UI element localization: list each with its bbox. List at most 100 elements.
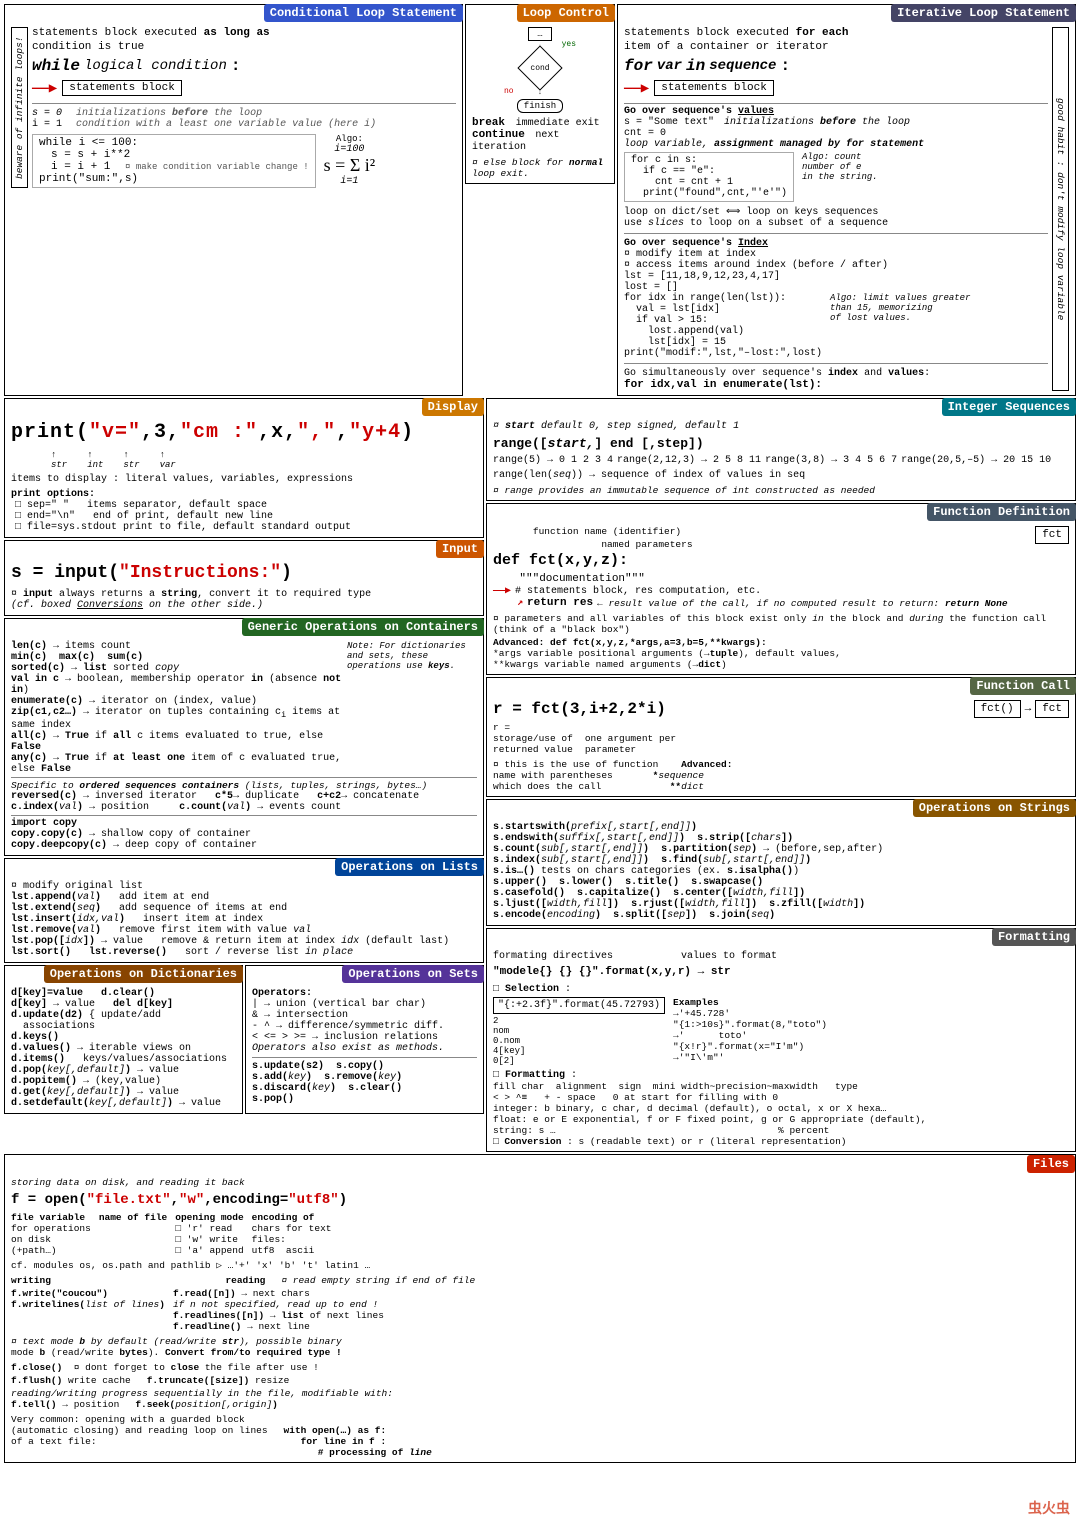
i-init: i = 1 condition with a least one variabl…	[32, 119, 456, 130]
func-def-title: Function Definition	[927, 503, 1076, 521]
generic-ops-note: Note: For dictionaries and sets, these o…	[347, 641, 477, 775]
sep-option: □ sep=" " items separator, default space	[11, 500, 477, 511]
statements-arrow: ——▶ # statements block, res computation,…	[493, 585, 1035, 597]
format-syntax-box: "{:+2.3f}".format(45.72793) 2 nom 0.nom …	[493, 997, 665, 1066]
side-label-good-habit: good habit : don't modify loop variable	[1052, 27, 1069, 391]
s-init-line: s = "Some text" initializations before t…	[624, 117, 1048, 128]
flowchart-diagram: … ↓ cond yes no ↓ finish	[517, 27, 563, 113]
index-title: Go over sequence's Index	[624, 238, 1048, 249]
second-row: Display print("v=",3,"cm :",x,",","y+4) …	[4, 398, 1076, 1152]
kwargs-note: **kwargs variable named arguments (→dict…	[493, 659, 1069, 670]
copy-shallow: copy.copy(c) → shallow copy of container	[11, 829, 477, 840]
string-line: string: s … % percent	[493, 1125, 1069, 1136]
page: Conditional Loop Statement beware of inf…	[0, 0, 1080, 1467]
index-count-op: c.index(val) → position c.count(val) → e…	[11, 802, 477, 813]
enum-desc: Go simultaneously over sequence's index …	[624, 368, 1048, 379]
this-is-note: ¤ this is the use of function Advanced:	[493, 759, 966, 770]
formatting-title: Formatting	[992, 928, 1076, 946]
print-code-display: print("v=",3,"cm :",x,",","y+4)	[11, 421, 477, 444]
strings-ops-title: Operations on Strings	[913, 799, 1076, 817]
enum-syntax: for idx,val in enumerate(lst):	[624, 379, 1048, 391]
conditional-loop-panel: Conditional Loop Statement beware of inf…	[4, 4, 463, 396]
iterative-loop-panel: Iterative Loop Statement statements bloc…	[617, 4, 1076, 396]
mode-b-note: mode b (read/write bytes). Convert from/…	[11, 1347, 1069, 1358]
for-idx-code-and-algo: for idx in range(len(lst)): val = lst[id…	[624, 293, 1048, 359]
func-call-title: Function Call	[970, 677, 1076, 695]
break-line: break immediate exit	[472, 117, 608, 129]
seek-note: reading/writing progress sequentially in…	[11, 1388, 1069, 1399]
continue-line: continue next iteration	[472, 129, 608, 153]
open-params: file variable for operations on disk (+p…	[11, 1212, 1069, 1256]
reversed-op: reversed(c) → inversed iterator c*5→ dup…	[11, 791, 477, 802]
files-title: Files	[1027, 1155, 1075, 1173]
integer-seq-panel: Integer Sequences ¤ start default 0, ste…	[486, 398, 1076, 501]
conversion-line: □ Conversion : s (readable text) or r (l…	[493, 1136, 1069, 1147]
def-syntax: def fct(x,y,z):	[493, 552, 1035, 569]
init-comment: s = 0 initializations before the loop	[32, 108, 456, 119]
while-body-line: ——▶ statements block	[32, 79, 456, 97]
left-mid-col: Display print("v=",3,"cm :",x,",","y+4) …	[4, 398, 484, 1152]
generic-ops-title: Generic Operations on Containers	[242, 618, 484, 636]
lst-insert: lst.insert(idx,val) insert item at index	[11, 914, 477, 925]
input-code-display: s = input("Instructions:")	[11, 563, 477, 583]
func-name-label: function name (identifier)	[493, 526, 1035, 537]
print-arrows: ↑str ↑int ↑str ↑var	[11, 450, 477, 470]
func-call-main: r = fct(3,i+2,2*i) r = storage/use of re…	[493, 700, 966, 792]
files-panel: Files storing data on disk, and reading …	[4, 1154, 1076, 1463]
params-note: ¤ parameters and all variables of this b…	[493, 613, 1069, 635]
values-title: Go over sequence's values	[624, 106, 1048, 117]
format-examples-row: "{:+2.3f}".format(45.72793) 2 nom 0.nom …	[493, 997, 1069, 1066]
code-and-sum: while i <= 100: s = s + i**2 i = i + 1 ¤…	[32, 134, 456, 188]
write-read-ops: f.write("coucou") f.writelines(list of l…	[11, 1288, 1069, 1332]
fct-result-box: fct	[1035, 700, 1069, 718]
side-label-infinite-loops: beware of infinite loops!	[11, 27, 28, 188]
fct-label-box: fct	[1035, 526, 1069, 544]
copy-deep: copy.deepcopy(c) → deep copy of containe…	[11, 840, 477, 851]
top-row: Conditional Loop Statement beware of inf…	[4, 4, 1076, 396]
strings-ops-panel: Operations on Strings s.startswith(prefi…	[486, 799, 1076, 926]
func-call-labels: r = storage/use of returned value one ar…	[493, 722, 966, 755]
list-modify-note: ¤ modify original list	[11, 881, 477, 892]
while-keyword: while	[32, 57, 80, 75]
formatting-label: □ Formatting :	[493, 1070, 1069, 1081]
range-note: ¤ range provides an immutable sequence o…	[493, 485, 1069, 496]
cf-note: (cf. boxed Conversions on the other side…	[11, 600, 477, 611]
for-idx-code: for idx in range(len(lst)): val = lst[id…	[624, 293, 822, 359]
var-keyword: var	[657, 58, 682, 74]
for-code-block: for c in s: if c == "e": cnt = cnt + 1 p…	[624, 152, 794, 202]
strings-ops-list: s.startswith(prefix[,start[,end]]) s.end…	[493, 822, 1069, 921]
import-copy: import copy	[11, 818, 477, 829]
else-note: ¤ else block for normal loop exit.	[472, 157, 608, 179]
for-body-line: ——▶ statements block	[624, 79, 1048, 97]
very-common: Very common: opening with a guarded bloc…	[11, 1414, 1069, 1425]
input-title: Input	[436, 540, 484, 558]
symbols-line: < > ^≡ + - space 0 at start for filling …	[493, 1092, 1069, 1103]
logical-condition-text: logical condition	[84, 58, 227, 74]
sets-ops-panel: Operations on Sets Operators: | → union …	[245, 965, 484, 1114]
sum-formula-display: Algo: i=100 s = Σ i² i=1	[324, 134, 376, 187]
dict-ops-title: Operations on Dictionaries	[44, 965, 243, 983]
args-note: *args variable positional arguments (→tu…	[493, 648, 1069, 659]
iterative-loop-title: Iterative Loop Statement	[891, 4, 1076, 22]
modele-code: "modele{} {} {}".format(x,y,r) → str	[493, 966, 1069, 978]
func-def-panel: Function Definition function name (ident…	[486, 503, 1076, 675]
for-code-and-algo: for c in s: if c == "e": cnt = cnt + 1 p…	[624, 152, 1048, 202]
cf-modules: cf. modules os, os.path and pathlib ▷ …'…	[11, 1260, 1069, 1271]
text-mode-note: ¤ text mode b by default (read/write str…	[11, 1336, 1069, 1347]
dict-sets-row: Operations on Dictionaries d[key]=value …	[4, 965, 484, 1114]
algo-count-text: Algo: countnumber of ein the string.	[802, 152, 878, 202]
dict-ops-panel: Operations on Dictionaries d[key]=value …	[4, 965, 243, 1114]
diamond-container: cond yes no	[524, 52, 556, 84]
file-option: □ file=sys.stdout print to file, default…	[11, 522, 477, 533]
selection-label: □ Selection :	[493, 984, 1069, 995]
close-flush-row: f.close() ¤ dont forget to close the fil…	[11, 1362, 1069, 1373]
lst-remove: lst.remove(val) remove first item with v…	[11, 925, 477, 936]
ordered-title: Specific to ordered sequences containers…	[11, 780, 477, 791]
func-call-boxes: fct() → fct	[974, 700, 1069, 718]
while-syntax-line: while logical condition :	[32, 57, 456, 75]
end-option: □ end="\n" end of print, default new lin…	[11, 511, 477, 522]
lst-extend: lst.extend(seq) add sequence of items at…	[11, 903, 477, 914]
for-statements-block-box: statements block	[654, 80, 774, 96]
input-note: ¤ input always returns a string, convert…	[11, 589, 477, 600]
bottom-row: Files storing data on disk, and reading …	[4, 1154, 1076, 1463]
